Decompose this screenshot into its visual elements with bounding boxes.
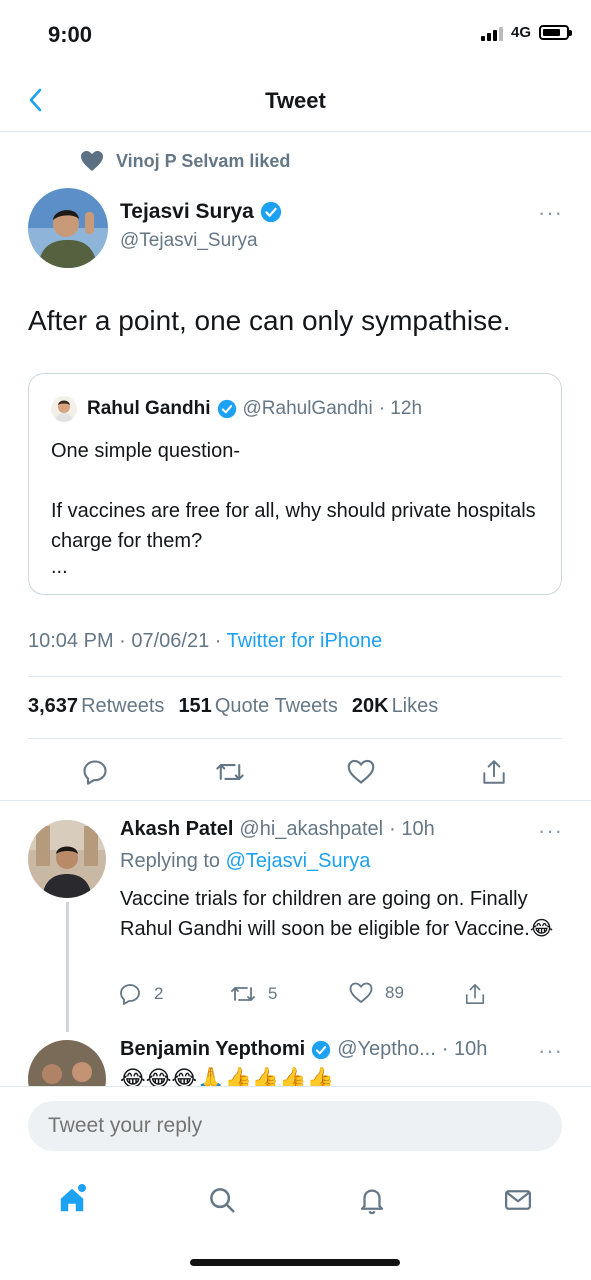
home-notification-dot xyxy=(78,1184,86,1192)
share-icon xyxy=(465,984,485,1004)
page-title: Tweet xyxy=(265,88,326,113)
quoted-ellipsis: ... xyxy=(51,556,68,578)
tweet-action-bar xyxy=(0,752,591,792)
reply-time: · 10h xyxy=(389,818,435,840)
reply-icon xyxy=(120,984,140,1005)
author-name-row: Tejasvi Surya xyxy=(120,200,282,224)
quoted-author-handle: @RahulGandhi xyxy=(242,398,373,419)
tweet-timestamp: 10:04 PM · 07/06/21 · xyxy=(28,630,227,652)
reply-header: Akash Patel @hi_akashpatel · 10h xyxy=(120,818,435,841)
battery-icon xyxy=(539,25,572,40)
heart-icon xyxy=(81,151,103,171)
reply-action-bar: 2 5 89 xyxy=(118,982,490,1012)
social-context: Vinoj P Selvam liked xyxy=(80,150,290,172)
replying-to: Replying to @Tejasvi_Surya xyxy=(120,850,371,872)
reply-button[interactable] xyxy=(75,752,115,792)
tweet-stats: 3,637 Retweets 151 Quote Tweets 20K Likes xyxy=(28,695,438,718)
reply-more-button[interactable]: ··· xyxy=(538,818,563,844)
like-icon xyxy=(349,982,373,1003)
quoted-tweet-time: · 12h xyxy=(378,398,423,419)
tweet-more-button[interactable]: ··· xyxy=(538,200,563,226)
signal-icon xyxy=(480,25,503,41)
reply-author-name[interactable]: Akash Patel xyxy=(120,818,233,841)
tab-search[interactable] xyxy=(200,1178,244,1222)
reply-text: 😂😂😂🙏👍👍👍👍 xyxy=(120,1066,335,1088)
reply-time: · 10h xyxy=(441,1038,488,1060)
bottom-tab-bar xyxy=(0,1166,591,1236)
notifications-icon xyxy=(360,1189,384,1215)
reply-avatar[interactable] xyxy=(28,820,106,898)
reply-more-button[interactable]: ··· xyxy=(538,1038,563,1064)
share-icon xyxy=(483,760,505,784)
author-handle[interactable]: @Tejasvi_Surya xyxy=(120,230,258,252)
quoted-author-avatar xyxy=(51,396,77,422)
quoted-tweet[interactable]: Rahul Gandhi @RahulGandhi · 12h One simp… xyxy=(28,373,562,595)
quoted-author-name: Rahul Gandhi xyxy=(87,398,211,419)
divider xyxy=(28,676,562,677)
author-avatar[interactable] xyxy=(28,188,108,268)
more-icon: ··· xyxy=(538,818,563,843)
status-indicators: 4G xyxy=(480,24,572,41)
verified-icon xyxy=(217,399,236,419)
section-divider xyxy=(0,800,591,801)
like-count: 89 xyxy=(385,983,404,1002)
verified-icon xyxy=(260,201,281,223)
reply-author-handle[interactable]: @Yeptho... xyxy=(337,1038,436,1061)
more-icon: ··· xyxy=(538,1038,563,1063)
replying-to-handle[interactable]: @Tejasvi_Surya xyxy=(226,850,371,872)
retweet-count: 5 xyxy=(268,984,278,1003)
quoted-line-2: If vaccines are free for all, why should… xyxy=(51,500,536,552)
reply-header: Benjamin Yepthomi @Yeptho... · 10h xyxy=(120,1038,487,1061)
reply-icon xyxy=(83,760,107,785)
like-button[interactable] xyxy=(341,752,381,792)
reply-count: 2 xyxy=(154,984,164,1003)
tab-home[interactable] xyxy=(50,1178,94,1222)
reply-text: Vaccine trials for children are going on… xyxy=(120,888,554,940)
home-indicator xyxy=(190,1259,400,1266)
retweet-icon xyxy=(231,987,255,1001)
tweet-source[interactable]: Twitter for iPhone xyxy=(227,630,383,652)
nav-header: Tweet xyxy=(0,70,591,132)
reply-like-button[interactable]: 89 xyxy=(349,982,404,1004)
thread-line xyxy=(66,902,69,1032)
divider xyxy=(28,738,562,739)
quoted-tweet-header: Rahul Gandhi @RahulGandhi · 12h xyxy=(51,396,422,422)
reply-author-name[interactable]: Benjamin Yepthomi xyxy=(120,1038,305,1061)
quote-tweets-stat[interactable]: 151 Quote Tweets xyxy=(178,695,337,718)
tweet-meta: 10:04 PM · 07/06/21 · Twitter for iPhone xyxy=(28,630,382,653)
verified-icon xyxy=(312,1040,331,1059)
reply-share-button[interactable] xyxy=(464,982,486,1006)
tab-messages[interactable] xyxy=(496,1178,540,1222)
share-button[interactable] xyxy=(474,752,514,792)
author-name[interactable]: Tejasvi Surya xyxy=(120,200,254,224)
tweet-text: After a point, one can only sympathise. xyxy=(28,305,511,336)
retweets-stat[interactable]: 3,637 Retweets xyxy=(28,695,164,718)
messages-icon xyxy=(505,1190,531,1210)
network-type: 4G xyxy=(510,24,531,41)
reply-composer-bar xyxy=(0,1086,591,1166)
social-context-text: Vinoj P Selvam liked xyxy=(116,150,291,171)
reply-input[interactable] xyxy=(28,1101,562,1151)
status-bar: 9:00 4G xyxy=(0,0,591,70)
quoted-line-1: One simple question- xyxy=(51,440,240,462)
reply-reply-button[interactable]: 2 xyxy=(118,982,163,1006)
tab-notifications[interactable] xyxy=(350,1178,394,1222)
retweet-icon xyxy=(216,764,244,780)
reply-author-handle[interactable]: @hi_akashpatel xyxy=(239,818,383,841)
quoted-tweet-text: One simple question- If vaccines are fre… xyxy=(51,436,541,578)
status-time: 9:00 xyxy=(48,22,93,47)
reply-retweet-button[interactable]: 5 xyxy=(230,982,277,1006)
likes-stat[interactable]: 20K Likes xyxy=(352,695,438,718)
more-icon: ··· xyxy=(538,200,563,225)
like-icon xyxy=(347,759,375,784)
retweet-button[interactable] xyxy=(210,752,250,792)
search-icon xyxy=(210,1188,235,1213)
